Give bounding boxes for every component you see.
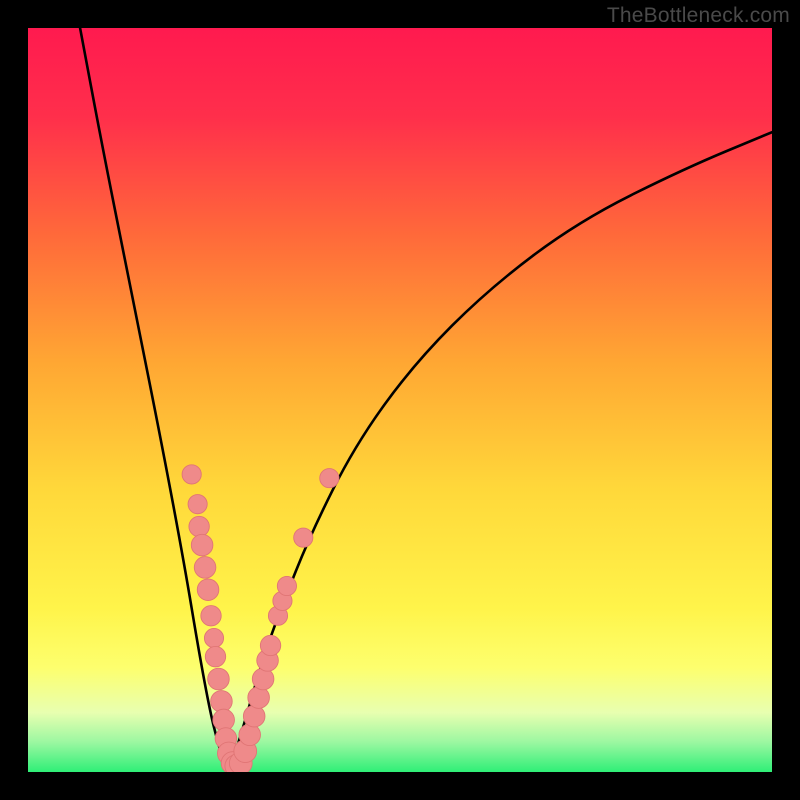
data-marker	[208, 668, 230, 690]
data-marker	[320, 469, 339, 488]
data-markers	[182, 465, 339, 772]
data-marker	[243, 705, 265, 727]
data-marker	[191, 534, 213, 556]
data-marker	[294, 528, 313, 547]
data-marker	[205, 646, 225, 666]
data-marker	[239, 724, 261, 746]
plot-area	[28, 28, 772, 772]
data-marker	[189, 516, 209, 536]
bottleneck-curve	[28, 28, 772, 772]
data-marker	[252, 668, 274, 690]
data-marker	[204, 628, 223, 647]
curve-right-branch	[229, 132, 772, 772]
data-marker	[277, 576, 296, 595]
data-marker	[248, 687, 270, 709]
watermark-text: TheBottleneck.com	[607, 4, 790, 28]
chart-frame: TheBottleneck.com	[0, 0, 800, 800]
data-marker	[194, 557, 216, 579]
data-marker	[213, 709, 235, 731]
data-marker	[260, 635, 280, 655]
data-marker	[201, 606, 221, 626]
data-marker	[211, 691, 233, 713]
data-marker	[188, 495, 207, 514]
data-marker	[182, 465, 201, 484]
data-marker	[197, 579, 219, 601]
